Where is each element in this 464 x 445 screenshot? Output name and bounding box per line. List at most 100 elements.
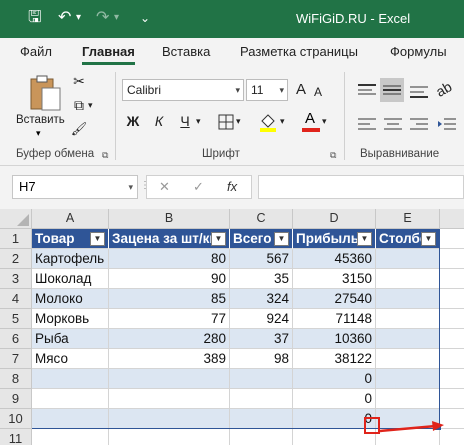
table-header-cell[interactable]: Прибыль ▼ xyxy=(293,229,376,249)
table-cell[interactable] xyxy=(376,329,440,349)
align-top-icon[interactable] xyxy=(356,82,378,100)
indent-icon[interactable] xyxy=(436,116,458,134)
redo-dropdown-icon[interactable]: ▾ xyxy=(114,8,119,28)
table-cell[interactable]: 80 xyxy=(109,249,230,269)
table-header-cell[interactable]: Столбе ▼ xyxy=(376,229,440,249)
align-left-icon[interactable] xyxy=(356,116,378,134)
font-color-dropdown-icon[interactable]: ▾ xyxy=(322,110,327,132)
filter-dropdown-icon[interactable]: ▼ xyxy=(90,232,105,246)
row-header-5[interactable]: 5 xyxy=(0,309,32,329)
table-cell[interactable]: 0 xyxy=(293,369,376,389)
table-cell[interactable]: 35 xyxy=(230,269,293,289)
font-launcher-icon[interactable]: ⧉ xyxy=(330,150,336,161)
table-cell[interactable]: 71148 xyxy=(293,309,376,329)
table-cell[interactable]: 45360 xyxy=(293,249,376,269)
empty-cell[interactable] xyxy=(440,269,464,289)
empty-cell[interactable] xyxy=(440,389,464,409)
table-cell[interactable]: 38122 xyxy=(293,349,376,369)
undo-icon[interactable]: ↶ xyxy=(58,8,71,28)
row-header-7[interactable]: 7 xyxy=(0,349,32,369)
tab-home[interactable]: Главная xyxy=(82,44,135,65)
table-cell[interactable] xyxy=(32,389,109,409)
row-header-2[interactable]: 2 xyxy=(0,249,32,269)
empty-cell[interactable] xyxy=(32,429,109,445)
borders-icon[interactable] xyxy=(218,114,234,130)
table-cell[interactable]: 37 xyxy=(230,329,293,349)
table-cell[interactable]: 98 xyxy=(230,349,293,369)
grow-font-button[interactable]: A xyxy=(296,79,306,101)
table-cell[interactable] xyxy=(376,249,440,269)
table-cell[interactable] xyxy=(230,369,293,389)
filter-dropdown-icon[interactable]: ▼ xyxy=(357,232,372,246)
bold-button[interactable]: Ж xyxy=(124,110,142,132)
font-name-select[interactable]: Calibri ▾ xyxy=(122,79,244,101)
column-header-b[interactable]: B xyxy=(109,209,230,229)
empty-cell[interactable] xyxy=(440,349,464,369)
borders-dropdown-icon[interactable]: ▾ xyxy=(236,110,241,132)
table-cell[interactable] xyxy=(376,269,440,289)
select-all-corner[interactable] xyxy=(0,209,32,229)
filter-dropdown-icon[interactable]: ▼ xyxy=(274,232,289,246)
table-cell[interactable] xyxy=(109,369,230,389)
table-cell[interactable]: 389 xyxy=(109,349,230,369)
table-cell[interactable]: 567 xyxy=(230,249,293,269)
table-cell[interactable]: Морковь xyxy=(32,309,109,329)
table-cell[interactable]: 324 xyxy=(230,289,293,309)
underline-button[interactable]: Ч xyxy=(176,110,194,132)
insert-function-icon[interactable]: fx xyxy=(227,179,237,194)
table-cell[interactable]: Картофель xyxy=(32,249,109,269)
table-cell[interactable] xyxy=(376,309,440,329)
empty-cell[interactable] xyxy=(440,309,464,329)
align-bottom-icon[interactable] xyxy=(408,82,430,100)
cut-icon[interactable]: ✂ xyxy=(70,70,88,92)
column-header-f[interactable] xyxy=(440,209,464,229)
customize-toolbar-icon[interactable]: ⌄ xyxy=(140,8,150,28)
align-center-icon[interactable] xyxy=(382,116,404,134)
column-header-e[interactable]: E xyxy=(376,209,440,229)
table-cell[interactable]: 27540 xyxy=(293,289,376,309)
worksheet-grid[interactable]: A B C D E 1 Товар ▼ Зацена за шт/кг ▼ Всего ▼ П… xyxy=(0,209,464,445)
tab-page-layout[interactable]: Разметка страницы xyxy=(240,44,358,59)
table-cell[interactable] xyxy=(376,369,440,389)
paste-button[interactable]: Вставить ▾ xyxy=(14,72,66,138)
fill-color-dropdown-icon[interactable]: ▾ xyxy=(280,110,285,132)
table-cell[interactable] xyxy=(32,409,109,429)
enter-icon[interactable]: ✓ xyxy=(193,179,204,195)
table-cell[interactable]: 77 xyxy=(109,309,230,329)
table-cell[interactable]: Шоколад xyxy=(32,269,109,289)
table-cell[interactable]: 10360 xyxy=(293,329,376,349)
empty-cell[interactable] xyxy=(440,369,464,389)
column-header-a[interactable]: A xyxy=(32,209,109,229)
table-cell[interactable] xyxy=(109,409,230,429)
table-header-cell[interactable]: Всего ▼ xyxy=(230,229,293,249)
row-header-3[interactable]: 3 xyxy=(0,269,32,289)
table-cell[interactable]: 924 xyxy=(230,309,293,329)
table-cell[interactable] xyxy=(109,389,230,409)
empty-cell[interactable] xyxy=(230,429,293,445)
font-size-select[interactable]: 11 ▾ xyxy=(246,79,288,101)
tab-insert[interactable]: Вставка xyxy=(162,44,210,59)
table-cell[interactable] xyxy=(230,389,293,409)
table-cell[interactable]: 85 xyxy=(109,289,230,309)
table-cell[interactable]: 280 xyxy=(109,329,230,349)
table-cell[interactable] xyxy=(376,289,440,309)
orientation-icon[interactable]: ab xyxy=(432,76,456,103)
shrink-font-button[interactable]: A xyxy=(314,81,322,103)
name-box[interactable]: H7 ▾ xyxy=(12,175,138,199)
clipboard-launcher-icon[interactable]: ⧉ xyxy=(102,150,108,161)
copy-icon[interactable]: ⧉ xyxy=(70,94,88,116)
table-cell[interactable] xyxy=(376,389,440,409)
table-header-cell[interactable]: Зацена за шт/кг ▼ xyxy=(109,229,230,249)
row-header-8[interactable]: 8 xyxy=(0,369,32,389)
formula-input[interactable] xyxy=(258,175,464,199)
table-cell[interactable]: Мясо xyxy=(32,349,109,369)
table-cell[interactable] xyxy=(230,409,293,429)
font-color-button[interactable]: A xyxy=(302,110,320,134)
align-right-icon[interactable] xyxy=(408,116,430,134)
row-header-10[interactable]: 10 xyxy=(0,409,32,429)
redo-icon[interactable]: ↷ xyxy=(96,8,109,28)
format-painter-icon[interactable]: 🖌 xyxy=(70,118,88,140)
align-middle-button[interactable] xyxy=(380,78,404,102)
save-icon[interactable]: 🖫 xyxy=(28,8,42,28)
tab-file[interactable]: Файл xyxy=(20,44,52,59)
